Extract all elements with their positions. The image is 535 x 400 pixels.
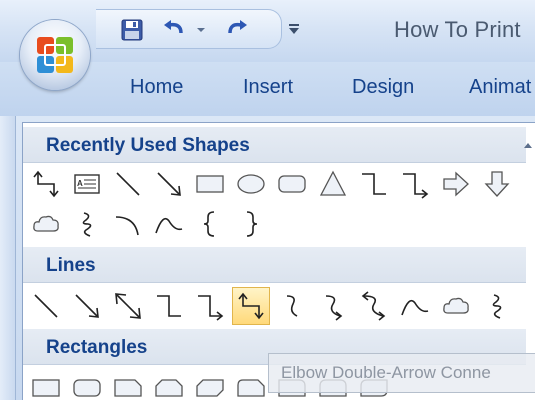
cloud-icon [33,215,59,232]
line-curved-arrow-connector[interactable] [314,287,352,325]
elbow-arrow-connector-icon [198,295,224,321]
shape-left-brace[interactable] [191,205,229,243]
tab-home[interactable]: Home [130,76,183,99]
redo-button[interactable] [222,18,252,42]
shape-right-arrow[interactable] [437,165,475,203]
right-arrow-icon [443,171,469,197]
arrow-icon [157,172,181,196]
line-elbow-double-arrow-connector[interactable] [232,287,270,325]
arrow-icon [75,294,99,318]
shape-arc[interactable] [109,205,147,243]
curve-icon [401,299,429,316]
scribble-icon [82,212,92,237]
svg-text:A: A [77,179,83,188]
section-title: Lines [46,255,96,276]
section-lines: Lines [23,247,526,283]
rounded-rectangle-icon [278,175,306,193]
rect-snip-round-single[interactable] [232,369,270,400]
oval-icon [237,174,265,194]
shape-arrow[interactable] [150,165,188,203]
double-arrow-icon [115,293,141,319]
shape-rectangle[interactable] [191,165,229,203]
scroll-up-icon[interactable] [523,141,533,149]
rect-snip-single-corner[interactable] [109,369,147,400]
shape-elbow-connector[interactable] [355,165,393,203]
elbow-arrow-connector-icon [403,173,429,199]
shape-curve[interactable] [150,205,188,243]
line-line[interactable] [27,287,65,325]
curve-icon [155,217,183,234]
shape-oval[interactable] [232,165,270,203]
save-button[interactable] [118,18,146,42]
chevron-down-icon [197,28,205,32]
elbow-connector-icon [157,295,181,317]
curved-connector-icon [286,295,298,317]
office-logo-icon [37,37,73,73]
scribble-icon [492,294,502,319]
section-title: Recently Used Shapes [46,135,250,156]
redo-icon [228,20,247,34]
rounded-rectangle-icon [73,379,101,397]
shape-line[interactable] [109,165,147,203]
rect-rectangle[interactable] [27,369,65,400]
snip-round-single-rectangle-icon [237,379,265,397]
snip-single-corner-rectangle-icon [114,379,142,397]
rectangle-icon [196,175,224,193]
customize-quick-access-icon [289,24,299,34]
rect-rounded-rectangle[interactable] [68,369,106,400]
freeform-icon [443,297,469,314]
shape-rounded-rectangle[interactable] [273,165,311,203]
line-curved-double-arrow-connector[interactable] [355,287,393,325]
slides-pane-edge [0,116,16,400]
line-curve[interactable] [396,287,434,325]
shape-elbow-arrow-connector[interactable] [396,165,434,203]
shape-scribble[interactable] [68,205,106,243]
shape-triangle[interactable] [314,165,352,203]
elbow-connector-icon [362,173,386,195]
line-icon [34,294,58,318]
quick-access-toolbar [96,9,282,49]
curved-double-arrow-connector-icon [361,291,386,321]
undo-dropdown[interactable] [192,18,210,42]
section-recently-used-shapes: Recently Used Shapes [23,127,526,163]
section-title: Rectangles [46,337,148,358]
curved-arrow-connector-icon [325,295,343,321]
elbow-double-arrow-connector-icon [33,170,59,198]
line-elbow-connector[interactable] [150,287,188,325]
window-title: How To Print [394,17,521,42]
tab-design[interactable]: Design [352,76,414,99]
right-brace-icon [246,211,258,237]
triangle-icon [319,170,347,196]
text-box-icon: A [74,174,100,194]
shape-elbow-double-arrow-connector[interactable] [27,165,65,203]
tab-insert[interactable]: Insert [243,76,293,99]
line-elbow-arrow-connector[interactable] [191,287,229,325]
left-brace-icon [203,211,215,237]
arc-icon [115,216,139,236]
rect-snip-same-side[interactable] [150,369,188,400]
undo-button[interactable] [160,18,190,42]
tab-animations[interactable]: Animat [469,76,531,99]
save-icon [121,19,143,41]
shape-text-box[interactable]: A [68,165,106,203]
customize-quick-access-button[interactable] [288,22,300,40]
elbow-double-arrow-connector-icon [238,292,264,320]
undo-icon [164,20,183,34]
line-double-arrow[interactable] [109,287,147,325]
line-scribble[interactable] [478,287,516,325]
office-button[interactable] [20,20,90,90]
down-arrow-icon [484,171,510,197]
line-arrow[interactable] [68,287,106,325]
shape-right-brace[interactable] [232,205,270,243]
snip-same-side-rectangle-icon [155,379,183,397]
shape-down-arrow[interactable] [478,165,516,203]
line-curved-connector[interactable] [273,287,311,325]
line-freeform[interactable] [437,287,475,325]
shape-cloud[interactable] [27,205,65,243]
rect-snip-diagonal[interactable] [191,369,229,400]
snip-diagonal-rectangle-icon [196,379,224,397]
shape-tooltip: Elbow Double-Arrow Conne [268,353,535,393]
rectangle-icon [32,379,60,397]
line-icon [116,172,140,196]
